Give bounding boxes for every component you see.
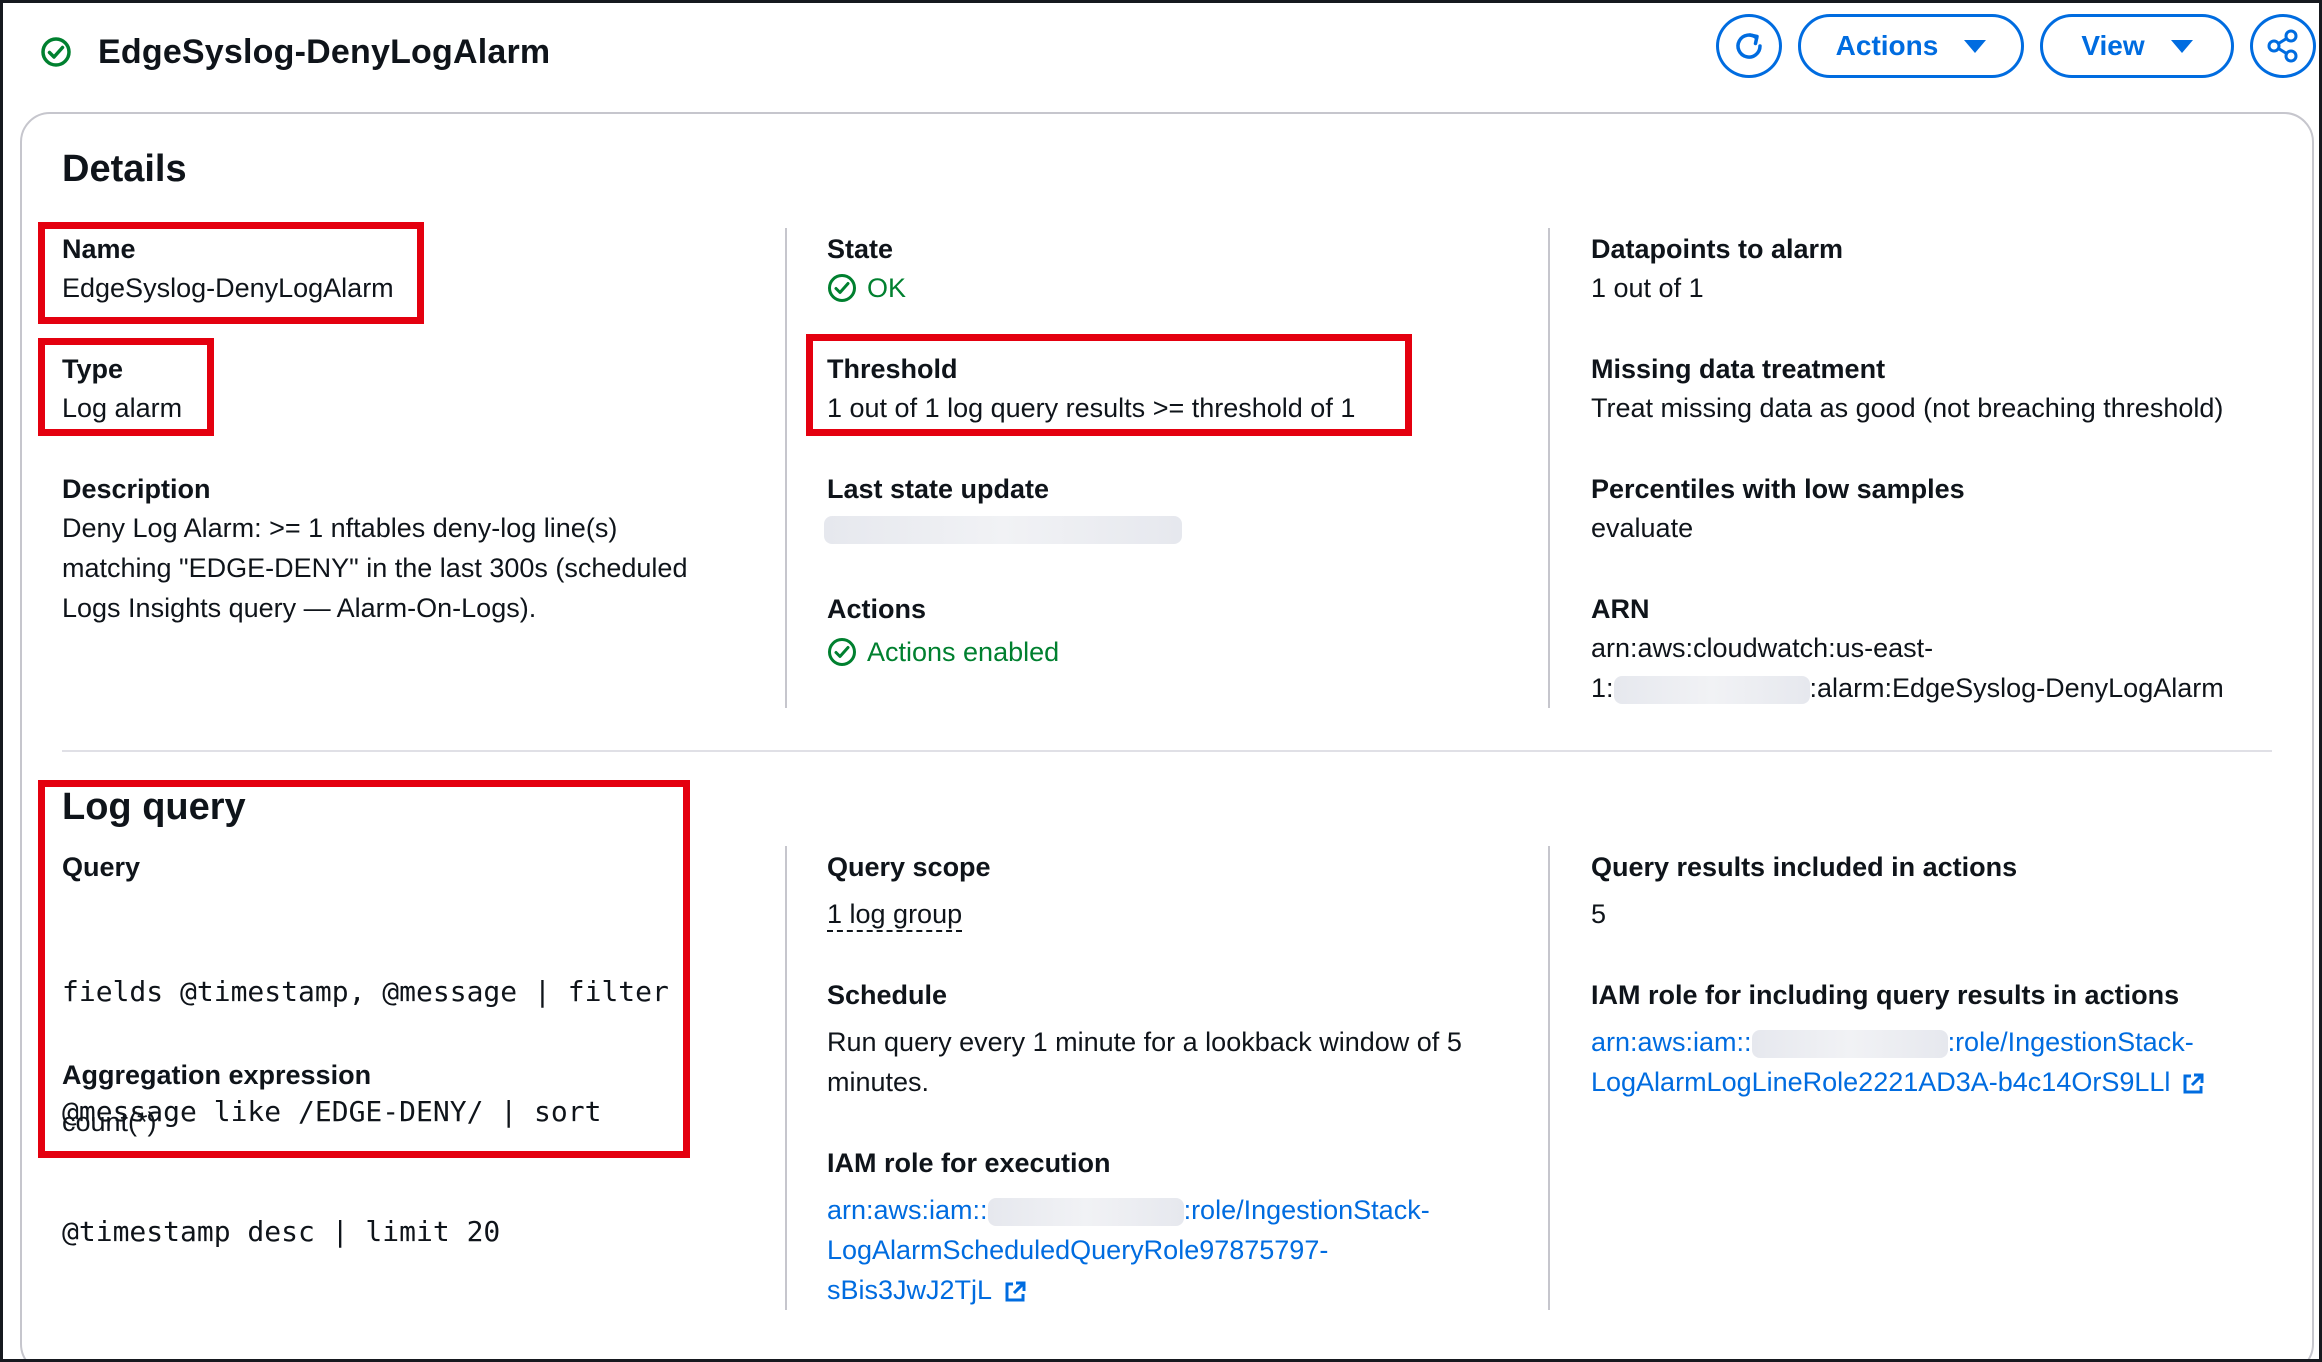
aggregation-label: Aggregation expression <box>62 1060 372 1090</box>
query-label: Query <box>62 852 141 882</box>
redacted-value <box>824 515 1182 544</box>
role-name-end: sBis3JwJ2TjL <box>827 1275 993 1305</box>
external-link-icon <box>2183 1073 2204 1094</box>
share-button[interactable] <box>2250 14 2316 78</box>
role-line: arn:aws:iam:::role/IngestionStack- <box>1591 1022 2206 1062</box>
share-icon <box>2267 29 2298 63</box>
column-divider <box>785 228 787 708</box>
role-line: LogAlarmScheduledQueryRole97875797- <box>827 1235 1329 1265</box>
log-group-popover-trigger[interactable]: 1 log group <box>827 899 963 932</box>
actions-value: Actions enabled <box>827 632 1059 672</box>
check-circle-icon <box>828 274 856 302</box>
role-line: LogAlarmLogLineRole2221AD3A-b4c14OrS9LLl <box>1591 1062 2206 1102</box>
description-line: Logs Insights query — Alarm-On-Logs). <box>62 593 537 623</box>
role-suffix: :role/IngestionStack- <box>1947 1027 2194 1057</box>
view-button-label: View <box>2081 30 2145 61</box>
check-circle-icon <box>41 37 71 67</box>
schedule-line: Run query every 1 minute for a lookback … <box>827 1027 1462 1057</box>
arn-line: 1: :alarm:EdgeSyslog-DenyLogAlarm <box>1591 668 2224 708</box>
datapoints-label: Datapoints to alarm <box>1591 234 1844 264</box>
column-divider <box>1548 228 1550 708</box>
role-prefix: arn:aws:iam:: <box>1591 1027 1752 1057</box>
state-value: OK <box>827 268 906 308</box>
actions-label: Actions <box>827 594 927 624</box>
role-name-end: LogAlarmLogLineRole2221AD3A-b4c14OrS9LLl <box>1591 1067 2171 1097</box>
arn-prefix: 1: <box>1591 673 1614 703</box>
refresh-button[interactable] <box>1716 14 1782 78</box>
missing-data-value: Treat missing data as good (not breachin… <box>1591 393 2224 423</box>
threshold-value: 1 out of 1 log query results >= threshol… <box>827 393 1356 423</box>
description-label: Description <box>62 474 211 504</box>
description-value: Deny Log Alarm: >= 1 nftables deny-log l… <box>62 508 687 628</box>
redacted-account-id <box>1613 675 1810 704</box>
type-value: Log alarm <box>62 393 183 423</box>
query-line: @timestamp desc | limit 20 <box>62 1215 501 1248</box>
description-line: matching "EDGE-DENY" in the last 300s (s… <box>62 553 688 583</box>
name-value: EdgeSyslog-DenyLogAlarm <box>62 273 394 303</box>
state-label: State <box>827 234 894 264</box>
details-heading: Details <box>62 148 187 190</box>
threshold-label: Threshold <box>827 354 958 384</box>
missing-data-label: Missing data treatment <box>1591 354 1886 384</box>
page-header: EdgeSyslog-DenyLogAlarm <box>40 22 550 82</box>
caret-down-icon <box>2170 39 2193 53</box>
caret-down-icon <box>1964 39 1987 53</box>
section-divider <box>62 750 2272 752</box>
query-results-label: Query results included in actions <box>1591 852 2018 882</box>
query-line: fields @timestamp, @message | filter <box>62 975 669 1008</box>
state-text: OK <box>867 273 907 303</box>
last-state-update-label: Last state update <box>827 474 1050 504</box>
execution-role-label: IAM role for execution <box>827 1148 1111 1178</box>
schedule-label: Schedule <box>827 980 948 1010</box>
column-divider <box>785 846 787 1310</box>
aggregation-value: count(*) <box>62 1107 157 1137</box>
refresh-icon <box>1736 33 1762 59</box>
arn-label: ARN <box>1591 594 1650 624</box>
actions-enabled-text: Actions enabled <box>867 637 1060 667</box>
column-divider <box>1548 846 1550 1310</box>
results-role-label: IAM role for including query results in … <box>1591 980 2180 1010</box>
arn-value: arn:aws:cloudwatch:us-east- 1: :alarm:Edg… <box>1591 628 2224 708</box>
check-circle-icon <box>828 638 856 666</box>
query-value: fields @timestamp, @message | filter @me… <box>62 892 669 1292</box>
arn-suffix: :alarm:EdgeSyslog-DenyLogAlarm <box>1809 673 2224 703</box>
redacted-account-id <box>987 1197 1184 1226</box>
results-role-link[interactable]: arn:aws:iam:::role/IngestionStack- LogAl… <box>1591 1022 2206 1102</box>
query-scope-value[interactable]: 1 log group <box>827 894 963 934</box>
role-suffix: :role/IngestionStack- <box>1183 1195 1430 1225</box>
percentiles-label: Percentiles with low samples <box>1591 474 1965 504</box>
role-prefix: arn:aws:iam:: <box>827 1195 988 1225</box>
query-scope-label: Query scope <box>827 852 991 882</box>
actions-button-label: Actions <box>1835 30 1939 61</box>
actions-dropdown-button[interactable]: Actions <box>1798 14 2024 78</box>
name-label: Name <box>62 234 136 264</box>
arn-line: arn:aws:cloudwatch:us-east- <box>1591 633 1934 663</box>
query-results-value: 5 <box>1591 899 1607 929</box>
schedule-value: Run query every 1 minute for a lookback … <box>827 1022 1462 1102</box>
view-dropdown-button[interactable]: View <box>2040 14 2234 78</box>
schedule-line: minutes. <box>827 1067 930 1097</box>
role-line: sBis3JwJ2TjL <box>827 1270 1430 1310</box>
execution-role-link[interactable]: arn:aws:iam:::role/IngestionStack- LogAl… <box>827 1190 1430 1310</box>
log-query-heading: Log query <box>62 786 246 828</box>
datapoints-value: 1 out of 1 <box>1591 273 1704 303</box>
external-link-icon <box>1005 1281 1026 1302</box>
percentiles-value: evaluate <box>1591 513 1694 543</box>
type-label: Type <box>62 354 124 384</box>
page-title: EdgeSyslog-DenyLogAlarm <box>98 32 551 71</box>
description-line: Deny Log Alarm: >= 1 nftables deny-log l… <box>62 513 618 543</box>
role-line: arn:aws:iam:::role/IngestionStack- <box>827 1190 1430 1230</box>
last-state-update-value <box>824 508 1182 548</box>
redacted-account-id <box>1751 1029 1948 1058</box>
